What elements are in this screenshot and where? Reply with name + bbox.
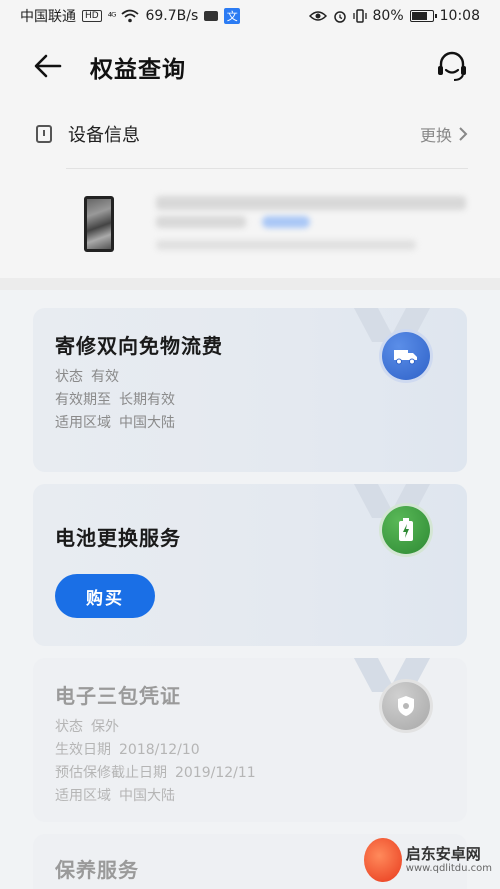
page-title: 权益查询 bbox=[90, 57, 186, 83]
eye-icon bbox=[308, 11, 327, 21]
back-arrow-icon[interactable] bbox=[32, 52, 64, 80]
customer-service-icon[interactable] bbox=[434, 48, 470, 84]
benefit-card-warranty[interactable]: 电子三包凭证 状态 保外 生效日期 2018/12/10 预估保修截止日期 2019/… bbox=[33, 658, 467, 822]
battery-percent: 80% bbox=[372, 8, 404, 24]
blurred-device-name bbox=[156, 196, 466, 210]
device-image bbox=[84, 196, 114, 252]
card-title: 电池更换服务 bbox=[55, 526, 181, 550]
blurred-device-serial bbox=[156, 240, 416, 250]
camera-icon bbox=[204, 11, 219, 21]
blurred-device-model bbox=[156, 216, 246, 228]
truck-icon bbox=[382, 332, 430, 380]
card-field: 状态 有效 bbox=[55, 369, 119, 385]
card-field: 预估保修截止日期 2019/12/11 bbox=[55, 765, 256, 781]
carrier-label: 中国联通 bbox=[20, 9, 76, 25]
wifi-icon bbox=[121, 9, 140, 23]
watermark: 启东安卓网 www.qdlitdu.com bbox=[364, 835, 492, 885]
benefit-card-battery[interactable]: 电池更换服务 购买 bbox=[33, 484, 467, 646]
device-info-row: 设备信息 更换 bbox=[36, 118, 468, 150]
app-header: 权益查询 bbox=[0, 32, 500, 100]
watermark-name: 启东安卓网 bbox=[405, 845, 481, 864]
change-label: 更换 bbox=[419, 126, 452, 145]
battery-service-icon bbox=[382, 506, 430, 554]
network-speed: 69.7B/s bbox=[145, 8, 199, 24]
watermark-url: www.qdlitdu.com bbox=[405, 862, 492, 874]
card-field: 生效日期 2018/12/10 bbox=[55, 742, 200, 758]
card-field: 有效期至 长期有效 bbox=[55, 392, 175, 408]
card-field: 适用区域 中国大陆 bbox=[55, 788, 175, 804]
card-title: 寄修双向免物流费 bbox=[55, 334, 223, 358]
vibrate-icon bbox=[352, 9, 367, 23]
hd-badge: HD bbox=[82, 10, 102, 22]
status-bar: 中国联通 HD ⁴ᴳ 69.7B/s 文 80% 10:08 bbox=[0, 0, 500, 32]
divider bbox=[66, 168, 468, 169]
input-method-icon: 文 bbox=[224, 8, 241, 24]
buy-button[interactable]: 购买 bbox=[55, 574, 155, 618]
battery-icon bbox=[409, 10, 437, 22]
shield-icon bbox=[382, 682, 430, 730]
card-title: 保养服务 bbox=[55, 858, 139, 882]
section-separator bbox=[0, 278, 500, 290]
card-field: 状态 保外 bbox=[55, 719, 119, 735]
chevron-right-icon bbox=[459, 127, 468, 141]
alarm-icon bbox=[333, 11, 346, 23]
benefit-card-logistics[interactable]: 寄修双向免物流费 状态 有效 有效期至 长期有效 适用区域 中国大陆 bbox=[33, 308, 467, 472]
watermark-logo-icon bbox=[364, 838, 402, 882]
signal-icon: ⁴ᴳ bbox=[107, 9, 117, 23]
change-device-link[interactable]: 更换 bbox=[420, 122, 468, 146]
card-field: 适用区域 中国大陆 bbox=[55, 415, 175, 431]
info-icon bbox=[36, 125, 52, 143]
card-title: 电子三包凭证 bbox=[55, 684, 181, 708]
device-info-section: 设备信息 更换 bbox=[0, 100, 500, 278]
blurred-device-tag bbox=[262, 216, 310, 228]
clock: 10:08 bbox=[439, 8, 480, 24]
device-info-label: 设备信息 bbox=[68, 125, 140, 146]
